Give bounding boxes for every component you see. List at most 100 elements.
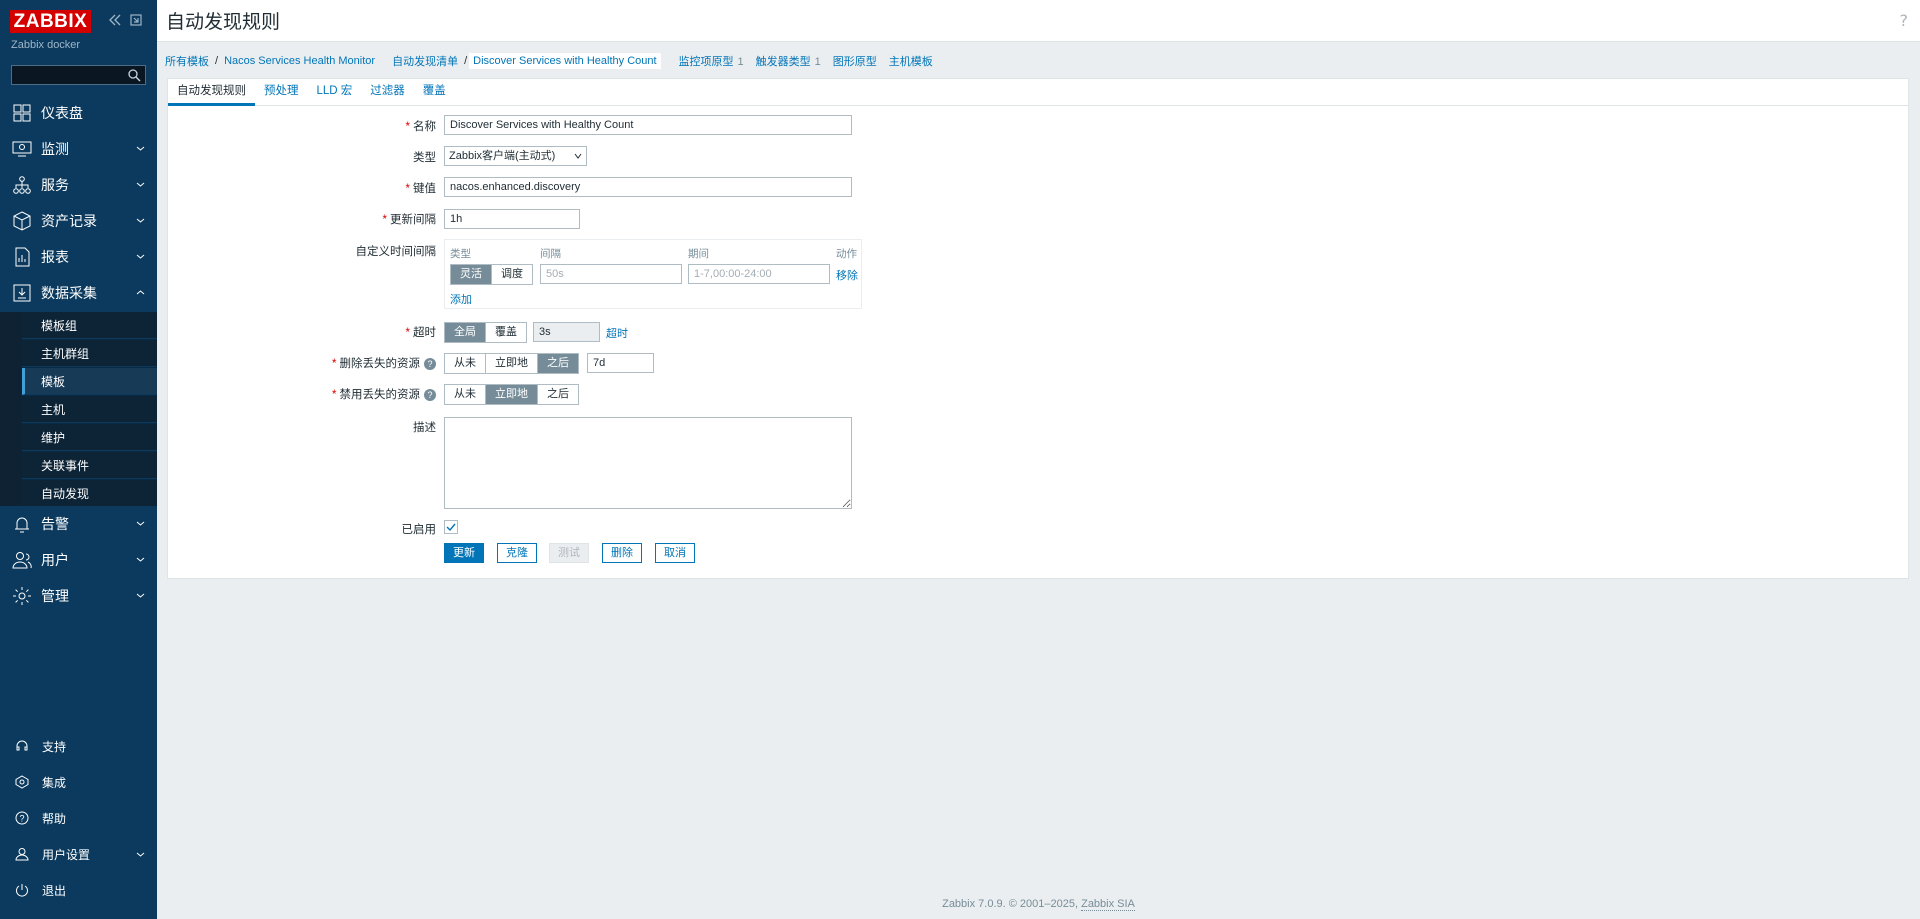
data-collection-icon [11,282,33,304]
custom-scheduling-option[interactable]: 调度 [492,265,532,284]
menu-item-administration[interactable]: 管理 [0,578,157,614]
checkmark-icon [446,523,456,532]
search-icon[interactable] [127,68,141,82]
chevron-down-icon [136,521,145,526]
bottom-item-signout[interactable]: 退出 [0,873,157,907]
custom-add-link[interactable]: 添加 [450,291,472,307]
page-header: 自动发现规则 ? [157,0,1920,42]
inventory-icon [11,210,33,232]
breadcrumb-current-rule[interactable]: Discover Services with Healthy Count [469,53,661,69]
submenu-item-host-groups[interactable]: 主机群组 [22,340,157,367]
breadcrumb-graph-prototypes[interactable]: 图形原型 [833,53,877,69]
type-select[interactable]: Zabbix客户端(主动式) [444,146,587,166]
bottom-label: 支持 [42,739,67,754]
timeout-field[interactable] [533,322,600,342]
sidebar-search[interactable] [11,65,146,85]
submenu-item-templates[interactable]: 模板 [22,368,157,395]
data-collection-submenu: 模板组 主机群组 模板 主机 维护 关联事件 自动发现 [0,312,157,507]
breadcrumb-discovery-list[interactable]: 自动发现清单 [392,53,458,69]
disable-immediately-option[interactable]: 立即地 [486,385,538,404]
breadcrumb-item-prototypes[interactable]: 监控项原型 1 [679,53,744,69]
submenu-item-template-groups[interactable]: 模板组 [22,312,157,339]
signout-icon [14,882,30,898]
help-icon[interactable]: ? [424,388,436,401]
type-select-value: Zabbix客户端(主动式) [449,150,556,162]
chevron-down-icon [136,852,145,857]
bottom-label: 集成 [42,775,67,790]
bottom-item-user-settings[interactable]: 用户设置 [0,837,157,871]
kiosk-mode-icon[interactable] [128,12,144,28]
disable-lost-label: * 禁用丢失的资源? [176,386,436,402]
support-icon [14,738,30,754]
custom-interval-field[interactable] [540,264,682,284]
administration-icon [11,585,33,607]
submenu-item-discovery[interactable]: 自动发现 [22,480,157,507]
breadcrumb-host-prototypes[interactable]: 主机模板 [889,53,933,69]
custom-remove-link[interactable]: 移除 [836,267,858,283]
menu-item-services[interactable]: 服务 [0,167,157,203]
description-field[interactable] [444,417,852,509]
tab-overrides[interactable]: 覆盖 [414,79,455,106]
menu-item-users[interactable]: 用户 [0,542,157,578]
menu-label: 用户 [41,552,69,568]
delete-lost-label: * 删除丢失的资源? [176,355,436,371]
bottom-item-support[interactable]: 支持 [0,729,157,763]
breadcrumb-template[interactable]: Nacos Services Health Monitor [224,55,375,67]
delete-button[interactable]: 删除 [602,543,642,563]
tab-lld-macros[interactable]: LLD 宏 [308,79,362,106]
menu-item-monitoring[interactable]: 监测 [0,131,157,167]
menu-label: 仪表盘 [41,105,83,121]
test-button[interactable]: 测试 [549,543,589,563]
disable-lost-toggle: 从未 立即地 之后 [444,384,579,405]
sidebar-search-input[interactable] [12,66,122,84]
help-icon[interactable]: ? [424,357,436,370]
breadcrumb-all-templates[interactable]: 所有模板 [165,53,209,69]
menu-label: 报表 [41,249,69,265]
update-button[interactable]: 更新 [444,543,484,563]
breadcrumb-trigger-prototypes[interactable]: 触发器类型 1 [756,53,821,69]
enabled-checkbox[interactable] [444,520,458,534]
help-icon[interactable]: ? [1900,11,1909,30]
key-field[interactable] [444,177,852,197]
tab-filters[interactable]: 过滤器 [361,79,414,106]
menu-item-alerts[interactable]: 告警 [0,506,157,542]
submenu-item-event-correlation[interactable]: 关联事件 [22,452,157,479]
chevron-down-icon [136,254,145,259]
zabbix-logo[interactable]: ZABBIX [10,10,91,33]
form-card: 自动发现规则 预处理 LLD 宏 过滤器 覆盖 *名称 类型 Zabbix客户端… [167,78,1909,579]
timeout-link[interactable]: 超时 [606,325,628,341]
delete-never-option[interactable]: 从未 [445,354,486,373]
timeout-label: * 超时 [405,327,436,339]
custom-flexible-option[interactable]: 灵活 [451,265,492,284]
update-interval-label: * 更新间隔 [382,214,436,226]
chevron-down-icon [136,557,145,562]
bottom-item-integrations[interactable]: 集成 [0,765,157,799]
collapse-sidebar-icon[interactable] [107,12,123,28]
delete-immediately-option[interactable]: 立即地 [486,354,538,373]
menu-item-reports[interactable]: 报表 [0,239,157,275]
tab-discovery-rule[interactable]: 自动发现规则 [168,79,255,106]
bottom-item-help[interactable]: ? 帮助 [0,801,157,835]
delete-after-field[interactable] [587,353,654,373]
tab-preprocessing[interactable]: 预处理 [255,79,308,106]
menu-label: 服务 [41,177,69,193]
disable-after-option[interactable]: 之后 [538,385,578,404]
timeout-override-option[interactable]: 覆盖 [486,323,526,342]
custom-period-field[interactable] [688,264,830,284]
clone-button[interactable]: 克隆 [497,543,537,563]
cancel-button[interactable]: 取消 [655,543,695,563]
timeout-global-option[interactable]: 全局 [445,323,486,342]
enabled-label: 已启用 [401,524,437,536]
submenu-item-maintenance[interactable]: 维护 [22,424,157,451]
menu-item-dashboard[interactable]: 仪表盘 [0,95,157,131]
menu-item-inventory[interactable]: 资产记录 [0,203,157,239]
footer-company-link[interactable]: Zabbix SIA [1081,898,1135,911]
menu-item-data-collection[interactable]: 数据采集 [0,275,157,311]
reports-icon [11,246,33,268]
name-field[interactable] [444,115,852,135]
disable-never-option[interactable]: 从未 [445,385,486,404]
submenu-item-hosts[interactable]: 主机 [22,396,157,423]
bottom-label: 退出 [42,883,67,898]
update-interval-field[interactable] [444,209,580,229]
delete-after-option[interactable]: 之后 [538,354,578,373]
